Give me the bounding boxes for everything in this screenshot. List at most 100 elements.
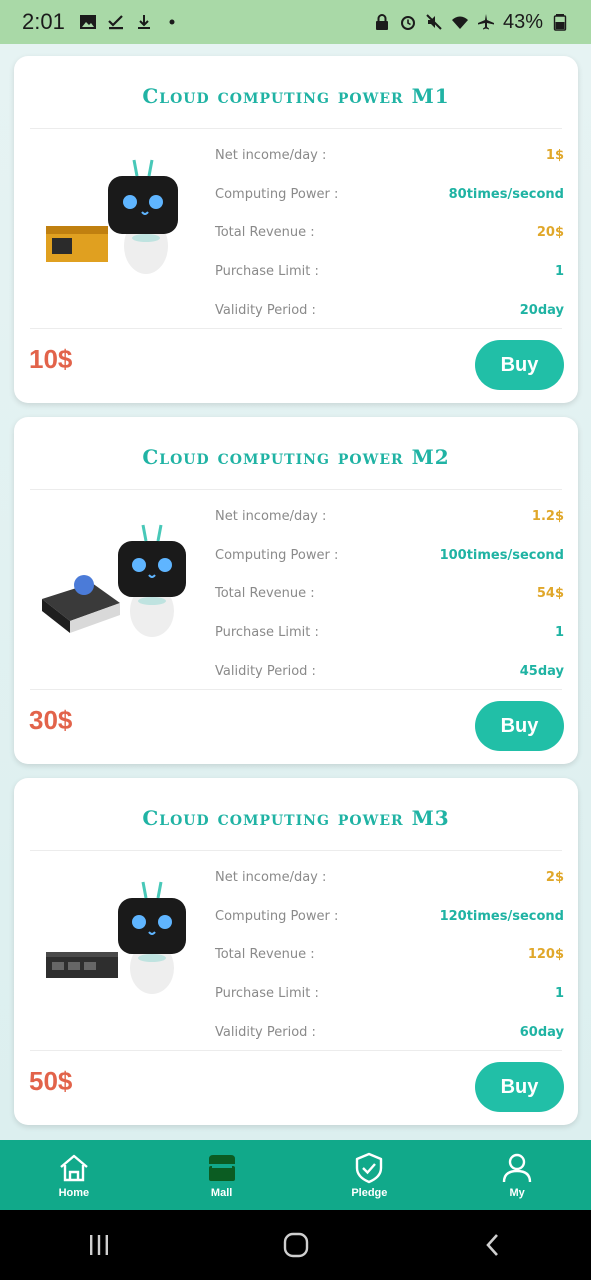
product-title: Cloud computing power M3 [142, 806, 450, 830]
spec-value: 2$ [545, 869, 564, 885]
spec-value: 20$ [536, 225, 564, 241]
spec-label: Validity Period : [215, 1025, 316, 1041]
tab-label: Home [58, 1187, 90, 1199]
spec-row: Purchase Limit : 1 [215, 974, 564, 1013]
buy-button[interactable]: Buy [475, 1062, 564, 1112]
spec-label: Validity Period : [215, 303, 316, 319]
lock-icon [373, 13, 391, 31]
product-card: Cloud computing power M3 Net income/day … [14, 778, 578, 1125]
spec-value: 1.2$ [531, 508, 564, 524]
spec-label: Net income/day : [215, 508, 327, 524]
spec-label: Net income/day : [215, 147, 327, 163]
tab-mall[interactable]: Mall [148, 1140, 296, 1210]
miner-robot-image [46, 881, 186, 994]
divider [30, 1050, 562, 1051]
spec-row: Net income/day : 1$ [215, 136, 564, 175]
spec-value: 1 [554, 986, 564, 1002]
tab-label: My [509, 1187, 525, 1199]
product-specs: Net income/day : 2$ Computing Power : 120t… [215, 858, 564, 1052]
tab-label: Pledge [351, 1187, 388, 1199]
user-icon [502, 1153, 532, 1183]
wifi-icon [451, 13, 469, 31]
recent-apps-button[interactable] [69, 1215, 129, 1275]
spec-row: Computing Power : 80times/second [215, 175, 564, 214]
product-price: 10$ [29, 344, 73, 374]
product-list[interactable]: Cloud computing power M1 Net income/day … [0, 44, 591, 1140]
divider [30, 689, 562, 690]
spec-row: Computing Power : 100times/second [215, 536, 564, 575]
product-price: 50$ [29, 1066, 73, 1096]
spec-value: 100times/second [439, 547, 564, 563]
product-specs: Net income/day : 1.2$ Computing Power : 10… [215, 497, 564, 691]
spec-value: 54$ [536, 586, 564, 602]
spec-label: Computing Power : [215, 186, 339, 202]
divider [30, 128, 562, 129]
task-done-icon [107, 13, 125, 31]
spec-row: Computing Power : 120times/second [215, 897, 564, 936]
spec-value: 80times/second [448, 186, 564, 202]
divider [30, 328, 562, 329]
store-icon [208, 1155, 235, 1181]
spec-value: 60day [519, 1025, 564, 1041]
battery-percent: 43% [502, 10, 543, 33]
tab-label: Mall [210, 1187, 233, 1199]
product-title: Cloud computing power M1 [142, 84, 450, 108]
spec-label: Total Revenue : [215, 947, 315, 963]
spec-label: Validity Period : [215, 664, 316, 680]
mute-icon [425, 13, 443, 31]
product-specs: Net income/day : 1$ Computing Power : 80ti… [215, 136, 564, 330]
spec-row: Validity Period : 20day [215, 291, 564, 330]
status-time: 2:01 [22, 9, 65, 34]
recent-apps-icon [89, 1235, 108, 1255]
dot-icon [163, 13, 181, 31]
spec-value: 120$ [527, 947, 564, 963]
miner-robot-image [42, 524, 186, 637]
spec-row: Total Revenue : 54$ [215, 575, 564, 614]
tab-home[interactable]: Home [0, 1140, 148, 1210]
home-circle-icon [283, 1232, 308, 1258]
spec-value: 20day [519, 303, 564, 319]
tab-pledge[interactable]: Pledge [296, 1140, 444, 1210]
spec-label: Computing Power : [215, 908, 339, 924]
alarm-icon [399, 13, 417, 31]
spec-label: Purchase Limit : [215, 264, 319, 280]
spec-label: Computing Power : [215, 547, 339, 563]
spec-value: 1 [554, 264, 564, 280]
product-price: 30$ [29, 705, 73, 735]
spec-row: Net income/day : 2$ [215, 858, 564, 897]
product-card: Cloud computing power M2 Net income/day … [14, 417, 578, 764]
product-card: Cloud computing power M1 Net income/day … [14, 56, 578, 403]
miner-robot-image [46, 159, 178, 274]
system-nav-bar [0, 1210, 591, 1280]
spec-row: Total Revenue : 20$ [215, 214, 564, 253]
tab-my[interactable]: My [443, 1140, 591, 1210]
buy-button[interactable]: Buy [475, 340, 564, 390]
spec-row: Purchase Limit : 1 [215, 613, 564, 652]
spec-row: Validity Period : 60day [215, 1013, 564, 1052]
shield-check-icon [356, 1152, 383, 1184]
buy-button[interactable]: Buy [475, 701, 564, 751]
spec-label: Total Revenue : [215, 225, 315, 241]
spec-row: Total Revenue : 120$ [215, 936, 564, 975]
spec-label: Net income/day : [215, 869, 327, 885]
divider [30, 489, 562, 490]
spec-row: Validity Period : 45day [215, 652, 564, 691]
spec-row: Net income/day : 1.2$ [215, 497, 564, 536]
bottom-tab-bar: Home Mall Pledge My [0, 1140, 591, 1210]
airplane-icon [477, 13, 495, 31]
product-title: Cloud computing power M2 [142, 445, 450, 469]
spec-label: Total Revenue : [215, 586, 315, 602]
spec-value: 120times/second [439, 908, 564, 924]
spec-value: 45day [519, 664, 564, 680]
spec-row: Purchase Limit : 1 [215, 252, 564, 291]
status-bar: 2:01 43% [0, 0, 591, 44]
home-nav-button[interactable] [266, 1215, 326, 1275]
home-icon [60, 1154, 88, 1182]
spec-label: Purchase Limit : [215, 625, 319, 641]
image-icon [79, 13, 97, 31]
back-button[interactable] [463, 1215, 523, 1275]
spec-label: Purchase Limit : [215, 986, 319, 1002]
spec-value: 1 [554, 625, 564, 641]
download-icon [135, 13, 153, 31]
spec-value: 1$ [545, 147, 564, 163]
